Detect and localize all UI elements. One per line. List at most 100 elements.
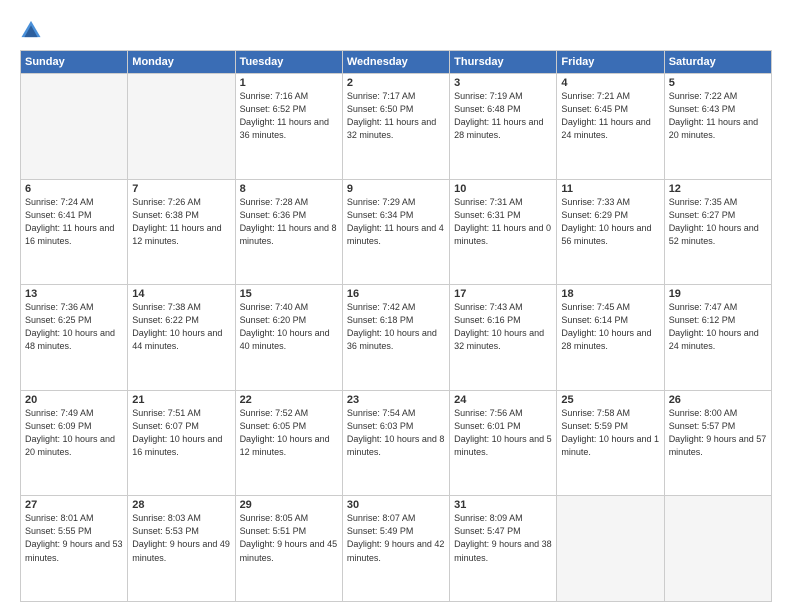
- day-info: Sunrise: 7:58 AMSunset: 5:59 PMDaylight:…: [561, 407, 659, 459]
- calendar-cell: 19Sunrise: 7:47 AMSunset: 6:12 PMDayligh…: [664, 285, 771, 391]
- day-info: Sunrise: 7:43 AMSunset: 6:16 PMDaylight:…: [454, 301, 552, 353]
- calendar-cell: 10Sunrise: 7:31 AMSunset: 6:31 PMDayligh…: [450, 179, 557, 285]
- weekday-header: Saturday: [664, 51, 771, 74]
- weekday-header: Monday: [128, 51, 235, 74]
- logo: [20, 18, 46, 40]
- day-number: 12: [669, 183, 767, 195]
- day-info: Sunrise: 7:16 AMSunset: 6:52 PMDaylight:…: [240, 90, 338, 142]
- calendar-cell: 7Sunrise: 7:26 AMSunset: 6:38 PMDaylight…: [128, 179, 235, 285]
- calendar-cell: 12Sunrise: 7:35 AMSunset: 6:27 PMDayligh…: [664, 179, 771, 285]
- day-info: Sunrise: 7:29 AMSunset: 6:34 PMDaylight:…: [347, 196, 445, 248]
- day-number: 31: [454, 499, 552, 511]
- calendar-cell: 23Sunrise: 7:54 AMSunset: 6:03 PMDayligh…: [342, 390, 449, 496]
- day-info: Sunrise: 7:45 AMSunset: 6:14 PMDaylight:…: [561, 301, 659, 353]
- day-number: 30: [347, 499, 445, 511]
- calendar-cell: 6Sunrise: 7:24 AMSunset: 6:41 PMDaylight…: [21, 179, 128, 285]
- calendar-cell: 9Sunrise: 7:29 AMSunset: 6:34 PMDaylight…: [342, 179, 449, 285]
- calendar-row: 1Sunrise: 7:16 AMSunset: 6:52 PMDaylight…: [21, 74, 772, 180]
- day-number: 9: [347, 183, 445, 195]
- calendar-cell: 13Sunrise: 7:36 AMSunset: 6:25 PMDayligh…: [21, 285, 128, 391]
- day-number: 8: [240, 183, 338, 195]
- calendar-cell: [557, 496, 664, 602]
- day-number: 14: [132, 288, 230, 300]
- calendar-cell: 30Sunrise: 8:07 AMSunset: 5:49 PMDayligh…: [342, 496, 449, 602]
- day-number: 27: [25, 499, 123, 511]
- day-info: Sunrise: 7:33 AMSunset: 6:29 PMDaylight:…: [561, 196, 659, 248]
- day-info: Sunrise: 7:24 AMSunset: 6:41 PMDaylight:…: [25, 196, 123, 248]
- day-info: Sunrise: 7:38 AMSunset: 6:22 PMDaylight:…: [132, 301, 230, 353]
- day-number: 28: [132, 499, 230, 511]
- day-number: 5: [669, 77, 767, 89]
- day-number: 22: [240, 394, 338, 406]
- day-info: Sunrise: 7:22 AMSunset: 6:43 PMDaylight:…: [669, 90, 767, 142]
- day-info: Sunrise: 7:49 AMSunset: 6:09 PMDaylight:…: [25, 407, 123, 459]
- day-number: 3: [454, 77, 552, 89]
- day-number: 4: [561, 77, 659, 89]
- day-info: Sunrise: 8:03 AMSunset: 5:53 PMDaylight:…: [132, 512, 230, 564]
- day-info: Sunrise: 7:56 AMSunset: 6:01 PMDaylight:…: [454, 407, 552, 459]
- calendar-cell: 17Sunrise: 7:43 AMSunset: 6:16 PMDayligh…: [450, 285, 557, 391]
- day-info: Sunrise: 7:54 AMSunset: 6:03 PMDaylight:…: [347, 407, 445, 459]
- page: SundayMondayTuesdayWednesdayThursdayFrid…: [0, 0, 792, 612]
- day-info: Sunrise: 8:00 AMSunset: 5:57 PMDaylight:…: [669, 407, 767, 459]
- calendar-cell: 3Sunrise: 7:19 AMSunset: 6:48 PMDaylight…: [450, 74, 557, 180]
- day-info: Sunrise: 7:36 AMSunset: 6:25 PMDaylight:…: [25, 301, 123, 353]
- calendar-table: SundayMondayTuesdayWednesdayThursdayFrid…: [20, 50, 772, 602]
- logo-icon: [20, 18, 42, 40]
- day-number: 6: [25, 183, 123, 195]
- header: [20, 18, 772, 40]
- day-number: 26: [669, 394, 767, 406]
- day-info: Sunrise: 8:09 AMSunset: 5:47 PMDaylight:…: [454, 512, 552, 564]
- calendar-cell: 25Sunrise: 7:58 AMSunset: 5:59 PMDayligh…: [557, 390, 664, 496]
- day-info: Sunrise: 7:40 AMSunset: 6:20 PMDaylight:…: [240, 301, 338, 353]
- day-info: Sunrise: 8:01 AMSunset: 5:55 PMDaylight:…: [25, 512, 123, 564]
- day-number: 23: [347, 394, 445, 406]
- day-number: 29: [240, 499, 338, 511]
- calendar-cell: 18Sunrise: 7:45 AMSunset: 6:14 PMDayligh…: [557, 285, 664, 391]
- day-info: Sunrise: 7:19 AMSunset: 6:48 PMDaylight:…: [454, 90, 552, 142]
- calendar-cell: 24Sunrise: 7:56 AMSunset: 6:01 PMDayligh…: [450, 390, 557, 496]
- day-number: 25: [561, 394, 659, 406]
- calendar-cell: [128, 74, 235, 180]
- weekday-header: Tuesday: [235, 51, 342, 74]
- day-info: Sunrise: 7:47 AMSunset: 6:12 PMDaylight:…: [669, 301, 767, 353]
- day-info: Sunrise: 7:21 AMSunset: 6:45 PMDaylight:…: [561, 90, 659, 142]
- day-number: 18: [561, 288, 659, 300]
- day-info: Sunrise: 7:26 AMSunset: 6:38 PMDaylight:…: [132, 196, 230, 248]
- weekday-header: Friday: [557, 51, 664, 74]
- day-info: Sunrise: 7:42 AMSunset: 6:18 PMDaylight:…: [347, 301, 445, 353]
- day-info: Sunrise: 7:31 AMSunset: 6:31 PMDaylight:…: [454, 196, 552, 248]
- calendar-cell: [21, 74, 128, 180]
- day-number: 16: [347, 288, 445, 300]
- calendar-cell: [664, 496, 771, 602]
- weekday-header: Thursday: [450, 51, 557, 74]
- calendar-row: 6Sunrise: 7:24 AMSunset: 6:41 PMDaylight…: [21, 179, 772, 285]
- day-number: 15: [240, 288, 338, 300]
- calendar-cell: 27Sunrise: 8:01 AMSunset: 5:55 PMDayligh…: [21, 496, 128, 602]
- calendar-cell: 15Sunrise: 7:40 AMSunset: 6:20 PMDayligh…: [235, 285, 342, 391]
- calendar-row: 27Sunrise: 8:01 AMSunset: 5:55 PMDayligh…: [21, 496, 772, 602]
- day-number: 24: [454, 394, 552, 406]
- day-number: 2: [347, 77, 445, 89]
- day-number: 7: [132, 183, 230, 195]
- weekday-header-row: SundayMondayTuesdayWednesdayThursdayFrid…: [21, 51, 772, 74]
- calendar-cell: 2Sunrise: 7:17 AMSunset: 6:50 PMDaylight…: [342, 74, 449, 180]
- calendar-cell: 4Sunrise: 7:21 AMSunset: 6:45 PMDaylight…: [557, 74, 664, 180]
- calendar-cell: 1Sunrise: 7:16 AMSunset: 6:52 PMDaylight…: [235, 74, 342, 180]
- calendar-cell: 26Sunrise: 8:00 AMSunset: 5:57 PMDayligh…: [664, 390, 771, 496]
- calendar-cell: 22Sunrise: 7:52 AMSunset: 6:05 PMDayligh…: [235, 390, 342, 496]
- day-number: 19: [669, 288, 767, 300]
- calendar-cell: 31Sunrise: 8:09 AMSunset: 5:47 PMDayligh…: [450, 496, 557, 602]
- day-info: Sunrise: 7:51 AMSunset: 6:07 PMDaylight:…: [132, 407, 230, 459]
- day-info: Sunrise: 7:17 AMSunset: 6:50 PMDaylight:…: [347, 90, 445, 142]
- calendar-cell: 29Sunrise: 8:05 AMSunset: 5:51 PMDayligh…: [235, 496, 342, 602]
- day-number: 21: [132, 394, 230, 406]
- day-info: Sunrise: 8:05 AMSunset: 5:51 PMDaylight:…: [240, 512, 338, 564]
- day-info: Sunrise: 7:28 AMSunset: 6:36 PMDaylight:…: [240, 196, 338, 248]
- calendar-cell: 20Sunrise: 7:49 AMSunset: 6:09 PMDayligh…: [21, 390, 128, 496]
- day-number: 20: [25, 394, 123, 406]
- calendar-cell: 14Sunrise: 7:38 AMSunset: 6:22 PMDayligh…: [128, 285, 235, 391]
- calendar-cell: 11Sunrise: 7:33 AMSunset: 6:29 PMDayligh…: [557, 179, 664, 285]
- calendar-cell: 28Sunrise: 8:03 AMSunset: 5:53 PMDayligh…: [128, 496, 235, 602]
- day-number: 17: [454, 288, 552, 300]
